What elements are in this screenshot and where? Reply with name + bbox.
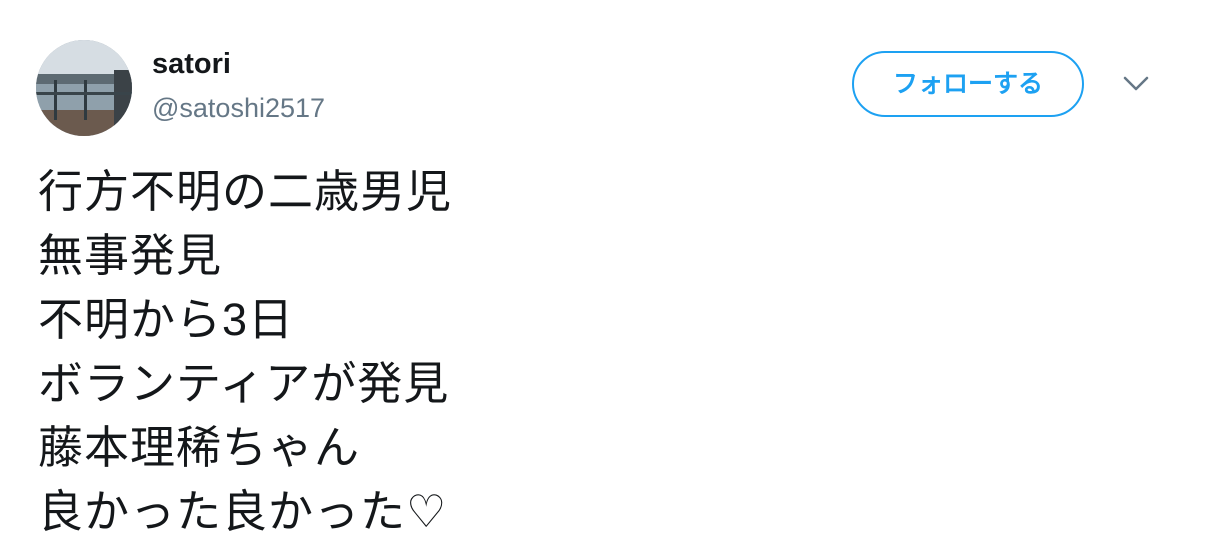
tweet-line: 良かった良かった♡ (38, 486, 448, 537)
user-avatar[interactable] (36, 40, 132, 136)
user-display-name[interactable]: satori (152, 44, 231, 84)
tweet-line: 藤本理稀ちゃん (38, 422, 361, 473)
tweet-card: satori @satoshi2517 フォローする 行方不明の二歳男児 無事発… (0, 0, 1208, 554)
tweet-text: 行方不明の二歳男児 無事発見 不明から3日 ボランティアが発見 藤本理稀ちゃん … (38, 160, 1158, 544)
tweet-line: 不明から3日 (38, 294, 295, 345)
balcony-photo-avatar (36, 40, 132, 136)
tweet-line: 無事発見 (38, 230, 223, 281)
follow-button[interactable]: フォローする (852, 51, 1084, 117)
tweet-line: ボランティアが発見 (38, 358, 450, 409)
chevron-down-icon (1123, 76, 1149, 91)
more-options-button[interactable] (1118, 66, 1154, 102)
user-handle[interactable]: @satoshi2517 (152, 88, 325, 128)
tweet-line: 行方不明の二歳男児 (38, 166, 453, 217)
